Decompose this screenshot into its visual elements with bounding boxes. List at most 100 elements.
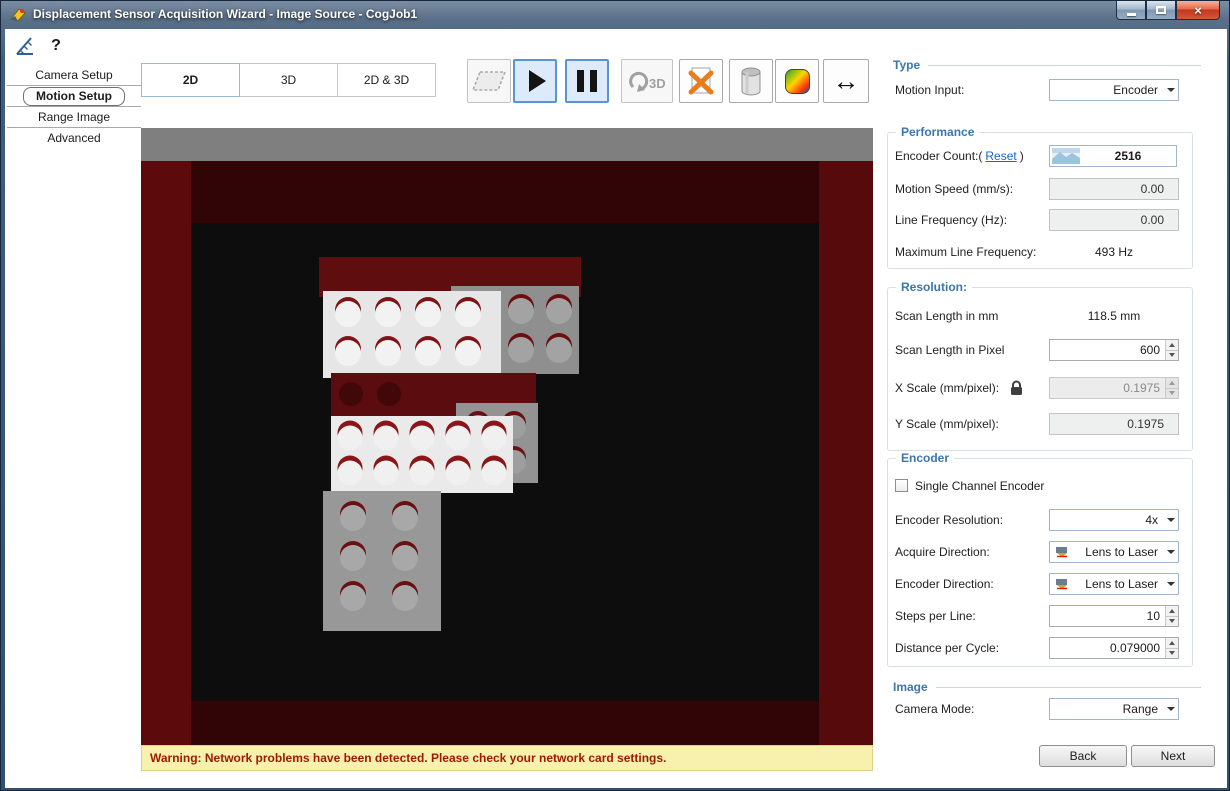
height-colormap-button[interactable]	[775, 59, 819, 103]
wizard-window: Displacement Sensor Acquisition Wizard -…	[0, 0, 1230, 791]
chevron-down-icon	[1163, 550, 1178, 554]
play-button[interactable]	[513, 59, 557, 103]
encoder-count-thumbnail	[1052, 148, 1080, 164]
encoder-resolution-row: Encoder Resolution: 4x	[873, 509, 1227, 531]
x-scale-label: X Scale (mm/pixel):	[895, 377, 999, 399]
scan-length-pixel-stepper[interactable]: 600	[1049, 339, 1179, 361]
maximize-button[interactable]	[1146, 1, 1176, 20]
image-section-header: Image	[887, 679, 1201, 695]
tab-2d[interactable]: 2D	[141, 63, 240, 97]
range-image-display	[141, 161, 873, 745]
distance-per-cycle-stepper[interactable]: 0.079000	[1049, 637, 1179, 659]
stepper-buttons[interactable]	[1165, 340, 1178, 360]
next-button[interactable]: Next	[1131, 745, 1215, 767]
image-header-label: Image	[893, 680, 928, 694]
sidebar-item-motion-setup[interactable]: Motion Setup	[7, 86, 141, 107]
close-button[interactable]: ×	[1176, 1, 1220, 20]
encoder-count-row: Encoder Count:(Reset) 2516	[873, 145, 1227, 167]
stepper-buttons[interactable]	[1165, 378, 1178, 398]
stepper-buttons[interactable]	[1165, 638, 1178, 658]
motion-speed-row: Motion Speed (mm/s): 0.00	[873, 178, 1227, 200]
single-channel-row: Single Channel Encoder	[873, 475, 1227, 497]
distance-per-cycle-value: 0.079000	[1050, 638, 1165, 658]
lock-icon[interactable]	[1009, 379, 1024, 400]
colormap-icon	[784, 68, 811, 95]
encoder-resolution-dropdown[interactable]: 4x	[1049, 509, 1179, 531]
encoder-header-label: Encoder	[896, 451, 954, 465]
sidebar-item-range-image[interactable]: Range Image	[7, 107, 141, 128]
steps-per-line-stepper[interactable]: 10	[1049, 605, 1179, 627]
scan-length-pixel-value: 600	[1050, 340, 1165, 360]
reset-link[interactable]: Reset	[985, 149, 1016, 163]
type-header-label: Type	[893, 58, 920, 72]
region-of-interest-button[interactable]	[467, 59, 511, 103]
pause-button[interactable]	[565, 59, 609, 103]
max-line-frequency-value: 493 Hz	[1049, 241, 1179, 263]
motion-speed-value: 0.00	[1050, 179, 1178, 199]
chevron-down-icon	[1163, 518, 1178, 522]
camera-mode-row: Camera Mode: Range	[873, 698, 1227, 720]
x-scale-value: 0.1975	[1050, 378, 1165, 398]
encoder-count-field: 2516	[1049, 145, 1177, 167]
back-button-label: Back	[1070, 749, 1097, 763]
steps-per-line-label: Steps per Line:	[895, 605, 976, 627]
wizard-step-list: Camera Setup Motion Setup Range Image Ad…	[7, 65, 141, 149]
measure-tool-icon[interactable]	[13, 34, 37, 58]
discard-image-button[interactable]	[679, 59, 723, 103]
trapezoid-region-icon	[471, 69, 507, 93]
encoder-direction-value: Lens to Laser	[1070, 577, 1163, 591]
sidebar-item-label: Range Image	[38, 110, 110, 124]
maximize-icon	[1156, 6, 1166, 14]
max-line-frequency-row: Maximum Line Frequency: 493 Hz	[873, 241, 1227, 263]
fit-width-button[interactable]: ↔	[823, 59, 869, 103]
motion-input-dropdown[interactable]: Encoder	[1049, 79, 1179, 101]
display-mode-tabs: 2D 3D 2D & 3D	[141, 63, 436, 97]
help-icon[interactable]: ?	[44, 34, 68, 58]
distance-per-cycle-label: Distance per Cycle:	[895, 637, 999, 659]
next-button-label: Next	[1161, 749, 1186, 763]
sidebar-item-label: Camera Setup	[35, 68, 112, 82]
x-scale-stepper[interactable]: 0.1975	[1049, 377, 1179, 399]
pause-icon	[577, 70, 597, 92]
sidebar-item-camera-setup[interactable]: Camera Setup	[7, 65, 141, 86]
title-bar[interactable]: Displacement Sensor Acquisition Wizard -…	[1, 1, 1229, 29]
resolution-header-label: Resolution:	[896, 280, 972, 294]
back-button[interactable]: Back	[1039, 745, 1127, 767]
encoder-direction-dropdown[interactable]: Lens to Laser	[1049, 573, 1179, 595]
close-icon: ×	[1194, 3, 1202, 18]
sidebar-item-advanced[interactable]: Advanced	[7, 128, 141, 149]
encoder-direction-row: Encoder Direction: Lens to Laser	[873, 573, 1227, 595]
stepper-buttons[interactable]	[1165, 606, 1178, 626]
minimize-button[interactable]	[1116, 1, 1146, 20]
acquire-direction-row: Acquire Direction: Lens to Laser	[873, 541, 1227, 563]
encoder-count-label: Encoder Count:(Reset)	[895, 145, 1024, 167]
scan-length-mm-value: 118.5 mm	[1049, 305, 1179, 327]
sidebar-item-label-selected: Motion Setup	[23, 87, 125, 106]
sidebar-item-label: Advanced	[47, 131, 100, 145]
play-icon	[529, 70, 546, 92]
lens-to-laser-icon	[1054, 546, 1070, 558]
image-viewport	[141, 128, 873, 745]
x-scale-row: X Scale (mm/pixel): 0.1975	[873, 377, 1227, 399]
camera-mode-dropdown[interactable]: Range	[1049, 698, 1179, 720]
minimize-icon	[1127, 13, 1136, 16]
motion-input-row: Motion Input: Encoder	[873, 79, 1227, 101]
motion-speed-field: 0.00	[1049, 178, 1179, 200]
single-channel-checkbox[interactable]	[895, 479, 908, 492]
encoder-resolution-label: Encoder Resolution:	[895, 509, 1003, 531]
steps-per-line-value: 10	[1050, 606, 1165, 626]
settings-panel: Type Motion Input: Encoder Performance E…	[873, 29, 1227, 788]
tab-2d-and-3d[interactable]: 2D & 3D	[337, 63, 436, 97]
encoder-resolution-value: 4x	[1050, 513, 1163, 527]
y-scale-value: 0.1975	[1050, 414, 1178, 434]
header-rule	[928, 65, 1201, 66]
scan-length-pixel-row: Scan Length in Pixel 600	[873, 339, 1227, 361]
acquire-direction-dropdown[interactable]: Lens to Laser	[1049, 541, 1179, 563]
lens-to-laser-icon	[1054, 578, 1070, 590]
refresh-3d-button[interactable]: 3D	[621, 59, 673, 103]
tab-3d[interactable]: 3D	[239, 63, 338, 97]
encoder-count-prefix: Encoder Count:(	[895, 149, 982, 163]
surface-view-button[interactable]	[729, 59, 773, 103]
type-section-header: Type	[887, 57, 1201, 73]
camera-mode-label: Camera Mode:	[895, 698, 974, 720]
